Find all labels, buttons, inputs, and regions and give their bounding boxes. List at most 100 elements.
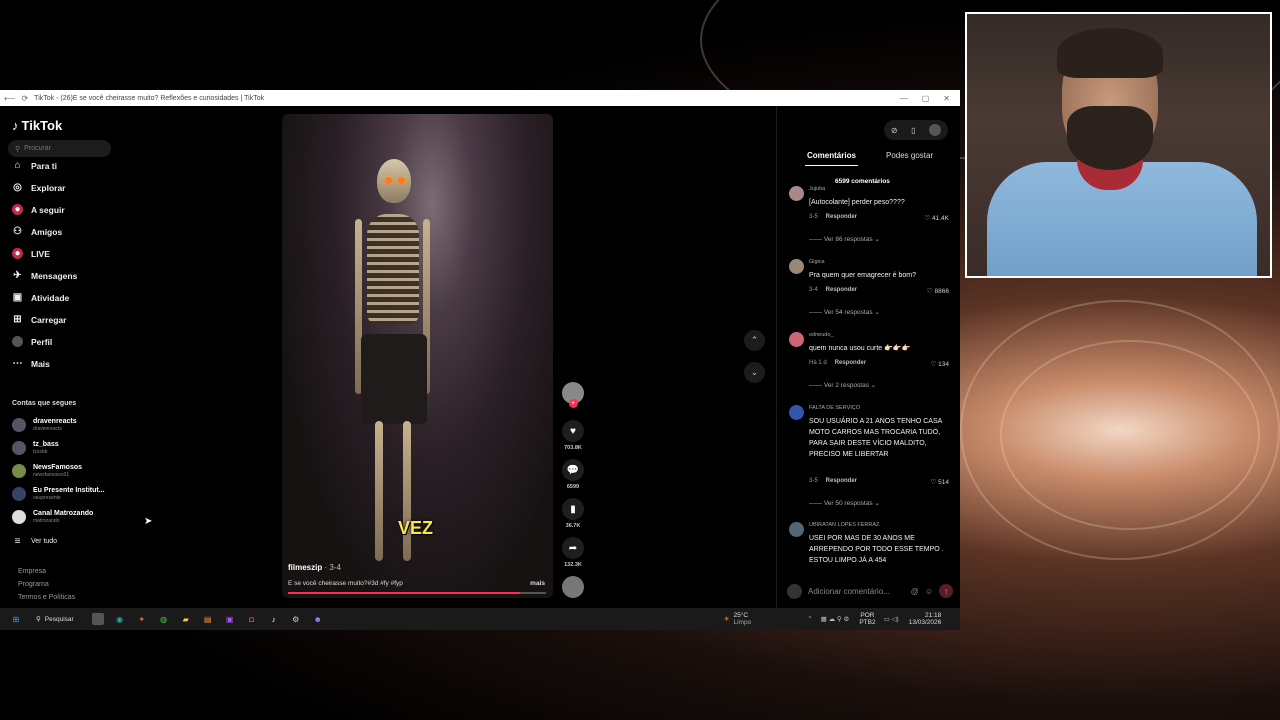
view-replies-button[interactable]: —— Ver 54 respostas ⌄ bbox=[809, 308, 880, 316]
reply-button[interactable]: Responder bbox=[835, 360, 866, 366]
view-replies-button[interactable]: —— Ver 2 respostas ⌄ bbox=[809, 381, 876, 389]
chevron-up-icon[interactable]: ⌃ bbox=[807, 615, 812, 623]
app-icon[interactable]: ▣ bbox=[224, 613, 236, 625]
start-icon[interactable]: ⊞ bbox=[10, 613, 22, 625]
avatar[interactable] bbox=[789, 332, 804, 347]
chrome-icon[interactable]: ◍ bbox=[158, 613, 170, 625]
avatar bbox=[12, 441, 26, 455]
following-account[interactable]: Eu Presente Institut... oeupresente bbox=[12, 487, 105, 501]
reply-button[interactable]: Responder bbox=[826, 214, 857, 220]
profile-icon[interactable] bbox=[929, 124, 942, 136]
send-button[interactable]: ↑ bbox=[939, 584, 953, 598]
comment-item: UBIRATAN LOPES FERRAZ USEI POR MAS DE 30… bbox=[789, 522, 949, 574]
video-author[interactable]: filmeszip · 3-4 bbox=[288, 563, 341, 572]
avatar bbox=[787, 583, 802, 599]
copilot-icon[interactable]: ✦ bbox=[136, 613, 148, 625]
add-comment-input[interactable]: Adicionar comentário... bbox=[808, 587, 905, 596]
mention-icon[interactable]: @ bbox=[911, 587, 919, 596]
weather-widget[interactable]: ☀ 25°C Limpo bbox=[724, 612, 752, 626]
comment-likes[interactable]: ♡ 41.4K bbox=[924, 214, 949, 222]
follow-plus-icon[interactable]: + bbox=[568, 399, 578, 408]
author-avatar-button[interactable]: + bbox=[562, 382, 584, 408]
comment-count: 6599 comentários bbox=[835, 178, 890, 185]
comment-likes[interactable]: ♡ 514 bbox=[931, 478, 950, 486]
clock[interactable]: 21:18 13/03/2026 bbox=[909, 612, 942, 626]
video-progress-bar[interactable] bbox=[288, 592, 546, 594]
tiktok-note-icon: ♪ bbox=[12, 118, 19, 133]
close-icon[interactable]: ✕ bbox=[943, 94, 950, 103]
search-input[interactable]: ⚲ Procurar bbox=[8, 140, 111, 157]
tiktok-logo[interactable]: ♪ TikTok bbox=[12, 118, 62, 133]
tab-comments[interactable]: Comentários bbox=[805, 151, 858, 166]
sparkle-icon[interactable]: ⊘ bbox=[891, 126, 898, 135]
video-player[interactable]: VEZ filmeszip · 3-4 E se você cheirasse … bbox=[282, 114, 553, 598]
next-video-button[interactable]: ⌄ bbox=[744, 362, 765, 383]
app-icon[interactable]: ⚙ bbox=[290, 613, 302, 625]
save-button[interactable]: ▮ 36.7K bbox=[562, 498, 584, 529]
avatar[interactable] bbox=[789, 522, 804, 537]
following-account[interactable]: NewsFamosos newsfamosos01 bbox=[12, 464, 82, 478]
taskbar: ⊞ ⚲ Pesquisar ◉ ✦ ◍ ▰ ▤ ▣ ◘ ♪ ⚙ ☻ ☀ 25°C L… bbox=[0, 608, 960, 630]
like-button[interactable]: ♥ 703.8K bbox=[562, 420, 584, 451]
minimize-icon[interactable]: — bbox=[900, 94, 908, 103]
following-account[interactable]: dravenreacts dravenreacts bbox=[12, 418, 77, 432]
profile-icon bbox=[12, 336, 23, 347]
taskbar-search[interactable]: ⚲ Pesquisar bbox=[36, 615, 74, 624]
previous-video-button[interactable]: ⌃ bbox=[744, 330, 765, 351]
nav-item-carregar[interactable]: ⊞ Carregar bbox=[12, 314, 66, 325]
app-icon[interactable]: ▤ bbox=[202, 613, 214, 625]
language-indicator[interactable]: POR PTB2 bbox=[859, 612, 875, 626]
instagram-icon[interactable]: ◘ bbox=[246, 613, 258, 625]
nav-item-perfil[interactable]: Perfil bbox=[12, 336, 52, 347]
footer-link[interactable]: Empresa bbox=[18, 568, 46, 575]
reply-button[interactable]: Responder bbox=[826, 287, 857, 293]
folder-icon[interactable]: ▰ bbox=[180, 613, 192, 625]
comment-icon: 💬 bbox=[562, 459, 584, 481]
leg bbox=[403, 421, 411, 561]
sidebar: ♪ TikTok ⚲ Procurar ⌂ Para ti ◎ Explorar ●… bbox=[0, 106, 160, 608]
view-replies-button[interactable]: —— Ver 50 respostas ⌄ bbox=[809, 499, 880, 507]
more-link[interactable]: mais bbox=[530, 580, 545, 587]
view-replies-button[interactable]: —— Ver 86 respostas ⌄ bbox=[809, 235, 880, 243]
following-account[interactable]: tz_bass tzssbb bbox=[12, 441, 59, 455]
app-icon[interactable]: ☻ bbox=[312, 613, 324, 625]
nav-item-mensagens[interactable]: ✈ Mensagens bbox=[12, 270, 77, 281]
nav-item-explorar[interactable]: ◎ Explorar bbox=[12, 182, 65, 193]
reply-button[interactable]: Responder bbox=[826, 478, 857, 484]
footer-link[interactable]: Termos e Políticas bbox=[18, 594, 75, 601]
tab-you-may-like[interactable]: Podes gostar bbox=[886, 151, 933, 160]
tiktok-icon[interactable]: ♪ bbox=[268, 613, 280, 625]
title-bar: ⟵ ⟳ TikTok - (26)E se você cheirasse mui… bbox=[0, 90, 960, 106]
back-icon[interactable]: ⟵ bbox=[4, 94, 15, 103]
nav-item-a-seguir[interactable]: ● A seguir bbox=[12, 204, 65, 215]
share-button[interactable]: ➦ 132.3K bbox=[562, 537, 584, 568]
comment-likes[interactable]: ♡ 134 bbox=[931, 360, 950, 368]
following-account[interactable]: Canal Matrozando matrozando bbox=[12, 510, 93, 524]
network-volume-icons[interactable]: ▭ ◁) bbox=[884, 615, 899, 623]
nav-item-atividade[interactable]: ▣ Atividade bbox=[12, 292, 70, 303]
share-icon: ➦ bbox=[562, 537, 584, 559]
tray-icons[interactable]: ▦ ☁ ⚲ ⚙ bbox=[821, 615, 850, 623]
footer-link[interactable]: Programa bbox=[18, 581, 49, 588]
messages-icon: ✈ bbox=[13, 270, 22, 281]
comment-likes[interactable]: ♡ 8866 bbox=[927, 287, 949, 295]
avatar[interactable] bbox=[789, 259, 804, 274]
nav-item-para-ti[interactable]: ⌂ Para ti bbox=[12, 160, 57, 171]
nav-item-amigos[interactable]: ⚇ Amigos bbox=[12, 226, 62, 237]
see-all-link[interactable]: ≡ Ver tudo bbox=[12, 536, 58, 547]
nav-item-mais[interactable]: ⋯ Mais bbox=[12, 358, 50, 369]
nav-item-live[interactable]: ● LIVE bbox=[12, 248, 50, 259]
sound-avatar-button[interactable] bbox=[562, 576, 584, 598]
maximize-icon[interactable]: ▢ bbox=[922, 94, 930, 103]
avatar[interactable] bbox=[789, 405, 804, 420]
comment-button[interactable]: 💬 6599 bbox=[562, 459, 584, 490]
avatar bbox=[12, 487, 26, 501]
edge-icon[interactable]: ◉ bbox=[114, 613, 126, 625]
avatar[interactable] bbox=[789, 186, 804, 201]
device-icon[interactable]: ▯ bbox=[911, 126, 915, 135]
activity-icon: ▣ bbox=[12, 292, 23, 303]
panel-toolbar: ⊘ ▯ bbox=[884, 120, 948, 140]
emoji-icon[interactable]: ☺ bbox=[925, 587, 933, 596]
refresh-icon[interactable]: ⟳ bbox=[21, 94, 28, 103]
task-view-icon[interactable] bbox=[91, 613, 104, 625]
